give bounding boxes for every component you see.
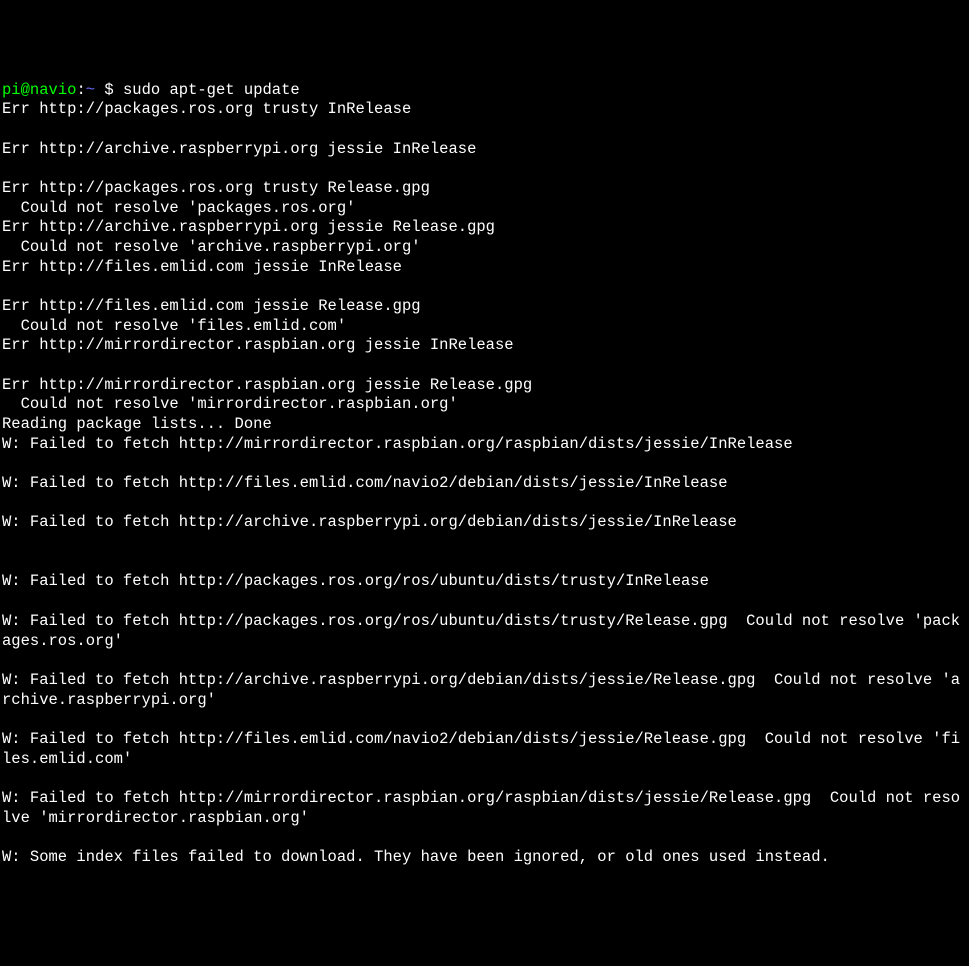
prompt-at: @ bbox=[21, 81, 30, 99]
prompt-command: sudo apt-get update bbox=[123, 81, 300, 99]
prompt-colon: : bbox=[76, 81, 85, 99]
terminal-output: Err http://packages.ros.org trusty InRel… bbox=[2, 100, 967, 867]
prompt-user: pi bbox=[2, 81, 21, 99]
shell-prompt[interactable]: pi@navio:~ $ sudo apt-get update bbox=[2, 81, 300, 99]
prompt-path: ~ bbox=[86, 81, 95, 99]
prompt-dollar: $ bbox=[95, 81, 123, 99]
prompt-host: navio bbox=[30, 81, 77, 99]
